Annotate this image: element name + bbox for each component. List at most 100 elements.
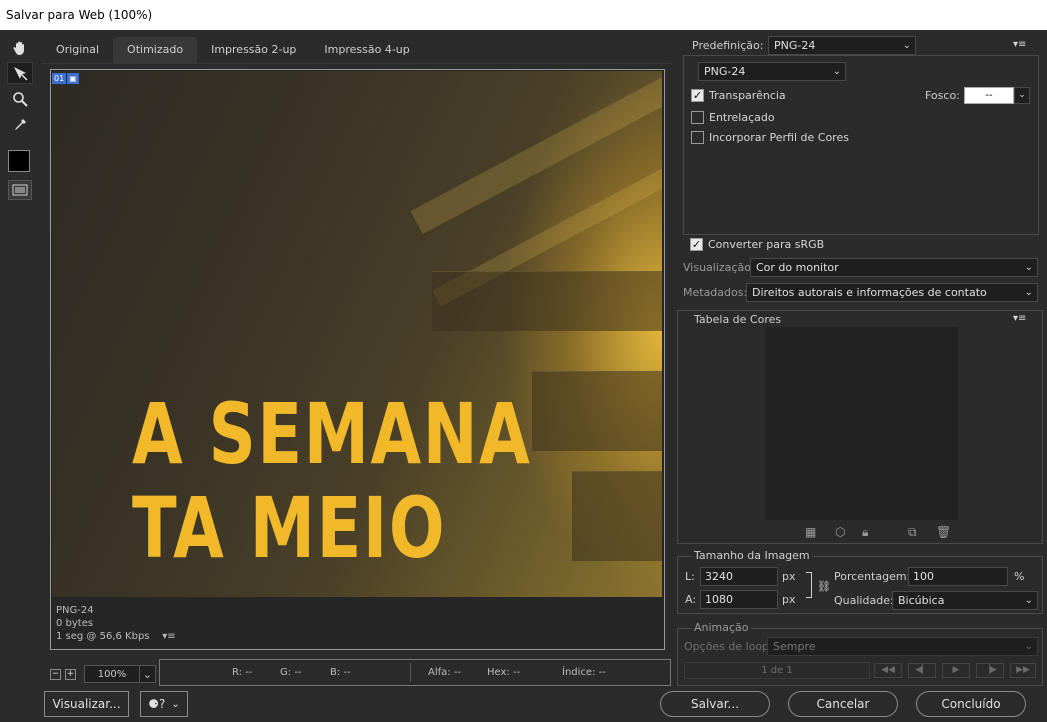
chevron-down-icon: ⌄ [902, 40, 911, 51]
tab-4-up[interactable]: Impressão 4-up [310, 37, 423, 63]
quality-select[interactable]: Bicúbica ⌄ [892, 591, 1038, 610]
embed-profile-label: Incorporar Perfil de Cores [709, 131, 849, 144]
window-title: Salvar para Web (100%) [0, 0, 1047, 30]
zoom-value: 100% [97, 668, 127, 680]
convert-srgb-label: Converter para sRGB [708, 238, 825, 251]
trash-icon[interactable]: 🗑︎ [936, 525, 951, 539]
web-shift-icon[interactable]: ⬡ [835, 525, 845, 539]
chevron-down-icon: ⌄ [1024, 287, 1033, 298]
metadata-value: Direitos autorais e informações de conta… [752, 286, 987, 299]
zoom-icon[interactable] [7, 88, 33, 110]
tab-divider [42, 63, 671, 64]
quality-label: Qualidade: [834, 594, 894, 607]
height-input[interactable]: 1080 [700, 590, 778, 609]
preset-select[interactable]: PNG-24 ⌄ [768, 36, 916, 55]
chevron-down-icon: ⌄ [171, 698, 180, 710]
readout-divider [410, 663, 411, 682]
lock-icon[interactable]: 🔒︎ [862, 525, 868, 540]
readout-alpha: Alfa: -- [428, 667, 462, 678]
width-unit: px [782, 570, 796, 583]
optimization-info: PNG-24 0 bytes 1 seg @ 56,6 Kbps ▾≡ [56, 604, 176, 643]
transparency-checkbox[interactable]: ✓ [691, 89, 704, 102]
tab-original[interactable]: Original [42, 37, 113, 63]
interlaced-checkbox[interactable] [691, 111, 704, 124]
preview-mode-select[interactable]: Cor do monitor ⌄ [750, 258, 1038, 277]
eyedropper-icon[interactable] [7, 114, 33, 136]
readout-r: R: -- [232, 667, 253, 678]
link-icon[interactable]: ⛓︎ [817, 580, 831, 593]
chevron-down-icon: ⌄ [139, 666, 155, 682]
loop-value: Sempre [773, 640, 816, 653]
frame-counter: 1 de 1 [684, 662, 870, 679]
slice-image-icon: ▣ [67, 73, 79, 84]
cancel-button[interactable]: Cancelar [788, 691, 898, 717]
preset-label: Predefinição: [692, 39, 764, 52]
preview-mode-label: Visualização: [683, 261, 755, 274]
save-button[interactable]: Salvar... [660, 691, 770, 717]
percent-input[interactable]: 100 [908, 567, 1008, 586]
tab-optimized[interactable]: Otimizado [113, 37, 198, 63]
zoom-in-button[interactable]: + [65, 668, 76, 680]
play-button[interactable]: ▶ [942, 663, 970, 678]
chevron-down-icon[interactable]: ⌄ [1014, 87, 1030, 104]
map-transparent-icon[interactable]: ▦ [805, 525, 816, 539]
add-color-icon[interactable]: ⧉ [908, 525, 917, 540]
transparency-label: Transparência [709, 89, 786, 102]
height-unit: px [782, 593, 796, 606]
color-readout: R: -- G: -- B: -- Alfa: -- Hex: -- Índic… [159, 659, 671, 686]
zoom-level-select[interactable]: 100% ⌄ [84, 665, 156, 683]
metadata-select[interactable]: Direitos autorais e informações de conta… [746, 283, 1038, 302]
browser-help-icon: ⚈? [148, 697, 166, 711]
tool-column [0, 30, 40, 722]
eyedropper-color-swatch[interactable] [8, 150, 30, 172]
slice-badge: 01 ▣ [52, 73, 79, 84]
browser-preview-button[interactable]: ⚈? ⌄ [140, 691, 188, 717]
loop-select[interactable]: Sempre ⌄ [767, 637, 1038, 656]
matte-label: Fosco: [925, 89, 960, 102]
width-input[interactable]: 3240 [700, 567, 778, 586]
image-size-title: Tamanho da Imagem [692, 549, 812, 562]
info-menu-icon[interactable]: ▾≡ [162, 631, 175, 642]
convert-srgb-checkbox[interactable]: ✓ [690, 238, 703, 251]
next-frame-button[interactable]: ▕▶ [976, 663, 1004, 678]
preset-menu-icon[interactable]: ▾≡ [1013, 39, 1026, 50]
first-frame-button[interactable]: ◀◀ [874, 663, 902, 678]
readout-b: B: -- [330, 667, 351, 678]
view-tabs: Original Otimizado Impressão 2-up Impres… [42, 37, 424, 63]
quality-value: Bicúbica [898, 594, 945, 607]
chevron-down-icon: ⌄ [1024, 641, 1033, 652]
zoom-out-button[interactable]: − [50, 668, 61, 680]
percent-unit: % [1014, 570, 1025, 583]
info-size: 0 bytes [56, 618, 94, 629]
readout-hex: Hex: -- [487, 667, 521, 678]
tab-2-up[interactable]: Impressão 2-up [197, 37, 310, 63]
readout-g: G: -- [280, 667, 302, 678]
done-button[interactable]: Concluído [916, 691, 1026, 717]
matte-color-swatch[interactable]: -- [964, 87, 1014, 104]
format-settings-box [683, 55, 1039, 235]
embed-profile-checkbox[interactable] [691, 131, 704, 144]
slice-number: 01 [52, 73, 67, 84]
last-frame-button[interactable]: ▶▶ [1010, 663, 1036, 678]
preview-mode-value: Cor do monitor [756, 261, 839, 274]
metadata-label: Metadados: [683, 286, 748, 299]
slice-select-icon[interactable] [7, 62, 33, 84]
chevron-down-icon: ⌄ [1024, 595, 1033, 606]
format-value: PNG-24 [704, 65, 746, 78]
prev-frame-button[interactable]: ◀▏ [908, 663, 936, 678]
loop-label: Opções de loop: [684, 640, 773, 653]
toggle-slices-icon[interactable] [8, 180, 32, 200]
readout-index: Índice: -- [562, 667, 606, 678]
chevron-down-icon: ⌄ [832, 66, 841, 77]
color-table-title: Tabela de Cores [692, 313, 784, 326]
color-table-menu-icon[interactable]: ▾≡ [1013, 313, 1026, 324]
preview-image[interactable]: A SEMANA TA MEIO [52, 71, 662, 597]
headline-line-2: TA MEIO [132, 479, 447, 577]
preview-button[interactable]: Visualizar... [44, 691, 129, 717]
hand-icon[interactable] [7, 37, 33, 59]
color-table-swatches[interactable] [765, 327, 958, 520]
format-select[interactable]: PNG-24 ⌄ [698, 62, 846, 81]
info-format: PNG-24 [56, 605, 94, 616]
constrain-bracket [806, 572, 812, 598]
interlaced-label: Entrelaçado [709, 111, 775, 124]
